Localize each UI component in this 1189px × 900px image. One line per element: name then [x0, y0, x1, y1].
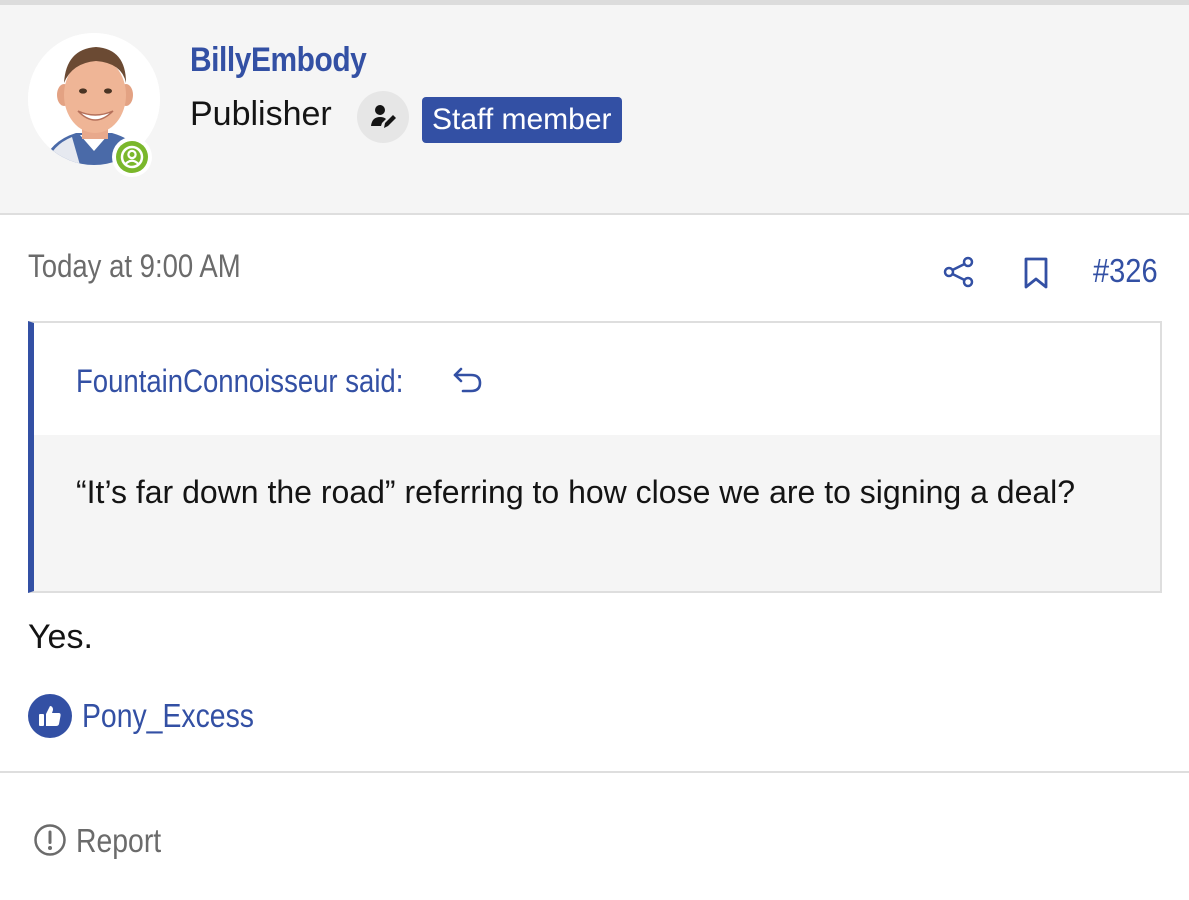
share-icon[interactable]	[942, 255, 976, 289]
bookmark-icon[interactable]	[1022, 256, 1050, 290]
thumbs-up-icon[interactable]	[28, 694, 72, 738]
report-icon[interactable]	[33, 823, 67, 857]
quote-header: FountainConnoisseur said:	[34, 323, 1160, 435]
report-link[interactable]: Report	[76, 822, 161, 860]
user-title: Publisher	[190, 95, 332, 133]
publisher-pen-icon	[357, 91, 409, 143]
staff-member-badge: Staff member	[422, 97, 622, 143]
reaction-user-link[interactable]: Pony_Excess	[82, 697, 254, 735]
avatar-container[interactable]	[28, 33, 160, 177]
post-footer-divider	[0, 771, 1189, 773]
message-user-block: BillyEmbody Publisher Staff member	[0, 5, 1189, 215]
post-date[interactable]: Today at 9:00 AM	[28, 248, 241, 285]
quote-content: “It’s far down the road” referring to ho…	[34, 435, 1160, 591]
jump-to-quote-icon[interactable]	[451, 363, 485, 397]
online-status-icon	[112, 137, 152, 177]
post-message: Yes.	[28, 618, 93, 656]
username-link[interactable]: BillyEmbody	[190, 41, 367, 80]
quote-author-link[interactable]: FountainConnoisseur said:	[76, 363, 403, 400]
quote-text: “It’s far down the road” referring to ho…	[76, 474, 1076, 510]
post-number-link[interactable]: #326	[1093, 252, 1158, 290]
quote-block: FountainConnoisseur said: “It’s far down…	[28, 321, 1162, 593]
